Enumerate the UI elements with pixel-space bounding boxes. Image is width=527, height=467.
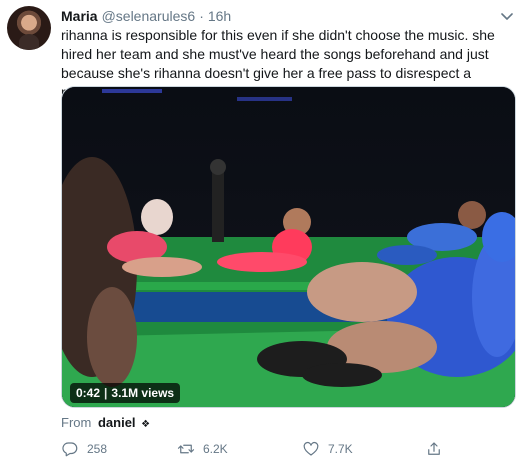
tweet[interactable]: Maria @selenarules6 · 16h rihanna is res… <box>0 0 527 467</box>
video-frame <box>62 87 515 407</box>
tweet-header: Maria @selenarules6 · 16h <box>61 8 231 26</box>
source-badge-icon: ❖ <box>141 419 151 430</box>
avatar[interactable] <box>7 6 51 50</box>
reply-count: 258 <box>87 442 108 456</box>
author-handle[interactable]: @selenarules6 <box>102 8 196 24</box>
tweet-actions: 258 6.2K 7.7K <box>61 440 461 460</box>
share-button[interactable] <box>425 440 443 458</box>
source-prefix: From <box>61 415 92 430</box>
source-account-link[interactable]: daniel <box>98 415 136 430</box>
video-views: 3.1M views <box>111 386 175 400</box>
share-icon <box>428 442 440 455</box>
tweet-timestamp[interactable]: 16h <box>208 8 231 24</box>
retweet-count: 6.2K <box>203 442 228 456</box>
chevron-down-icon[interactable] <box>499 8 515 24</box>
video-label-separator: | <box>104 386 108 400</box>
author-name[interactable]: Maria <box>61 8 98 24</box>
video-duration-views: 0:42 | 3.1M views <box>70 383 181 403</box>
video-source: From daniel ❖ <box>61 415 150 430</box>
header-separator: · <box>199 8 204 24</box>
reply-button[interactable]: 258 <box>61 440 107 458</box>
video-duration: 0:42 <box>76 386 101 400</box>
heart-icon <box>303 441 319 456</box>
like-count: 7.7K <box>328 442 353 456</box>
reply-icon <box>62 442 78 457</box>
like-button[interactable]: 7.7K <box>302 440 353 458</box>
retweet-button[interactable]: 6.2K <box>177 440 228 458</box>
video-player[interactable]: 0:42 | 3.1M views <box>61 86 516 408</box>
retweet-icon <box>177 444 195 454</box>
